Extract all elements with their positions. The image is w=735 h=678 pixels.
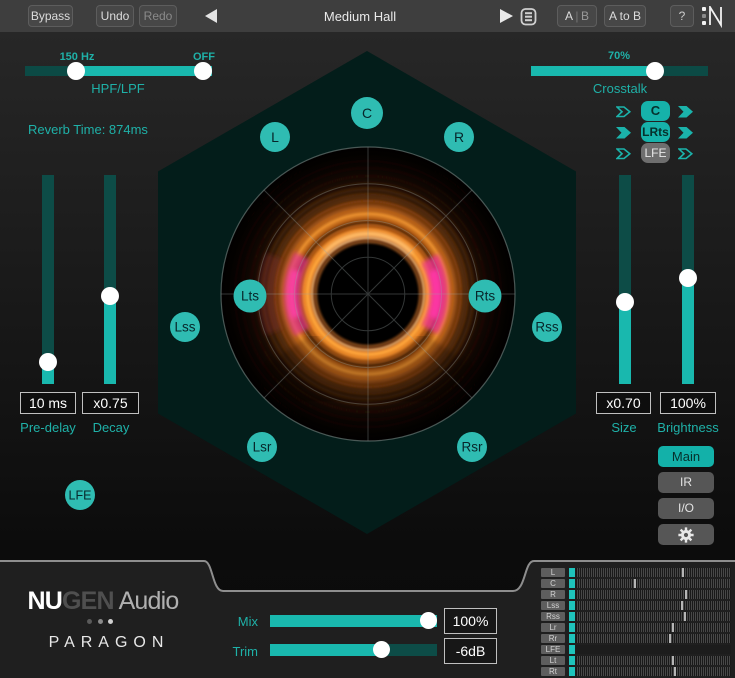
svg-text:Lts: Lts [241, 289, 259, 304]
svg-text:R: R [454, 129, 464, 145]
svg-text:Lsr: Lsr [253, 440, 272, 455]
svg-text:Rsr: Rsr [462, 440, 483, 455]
svg-text:Rss: Rss [535, 320, 558, 335]
svg-text:C: C [362, 105, 372, 121]
svg-text:LFE: LFE [69, 489, 92, 503]
svg-text:L: L [271, 129, 279, 145]
svg-text:Rts: Rts [475, 289, 496, 304]
svg-text:Lss: Lss [174, 320, 195, 335]
